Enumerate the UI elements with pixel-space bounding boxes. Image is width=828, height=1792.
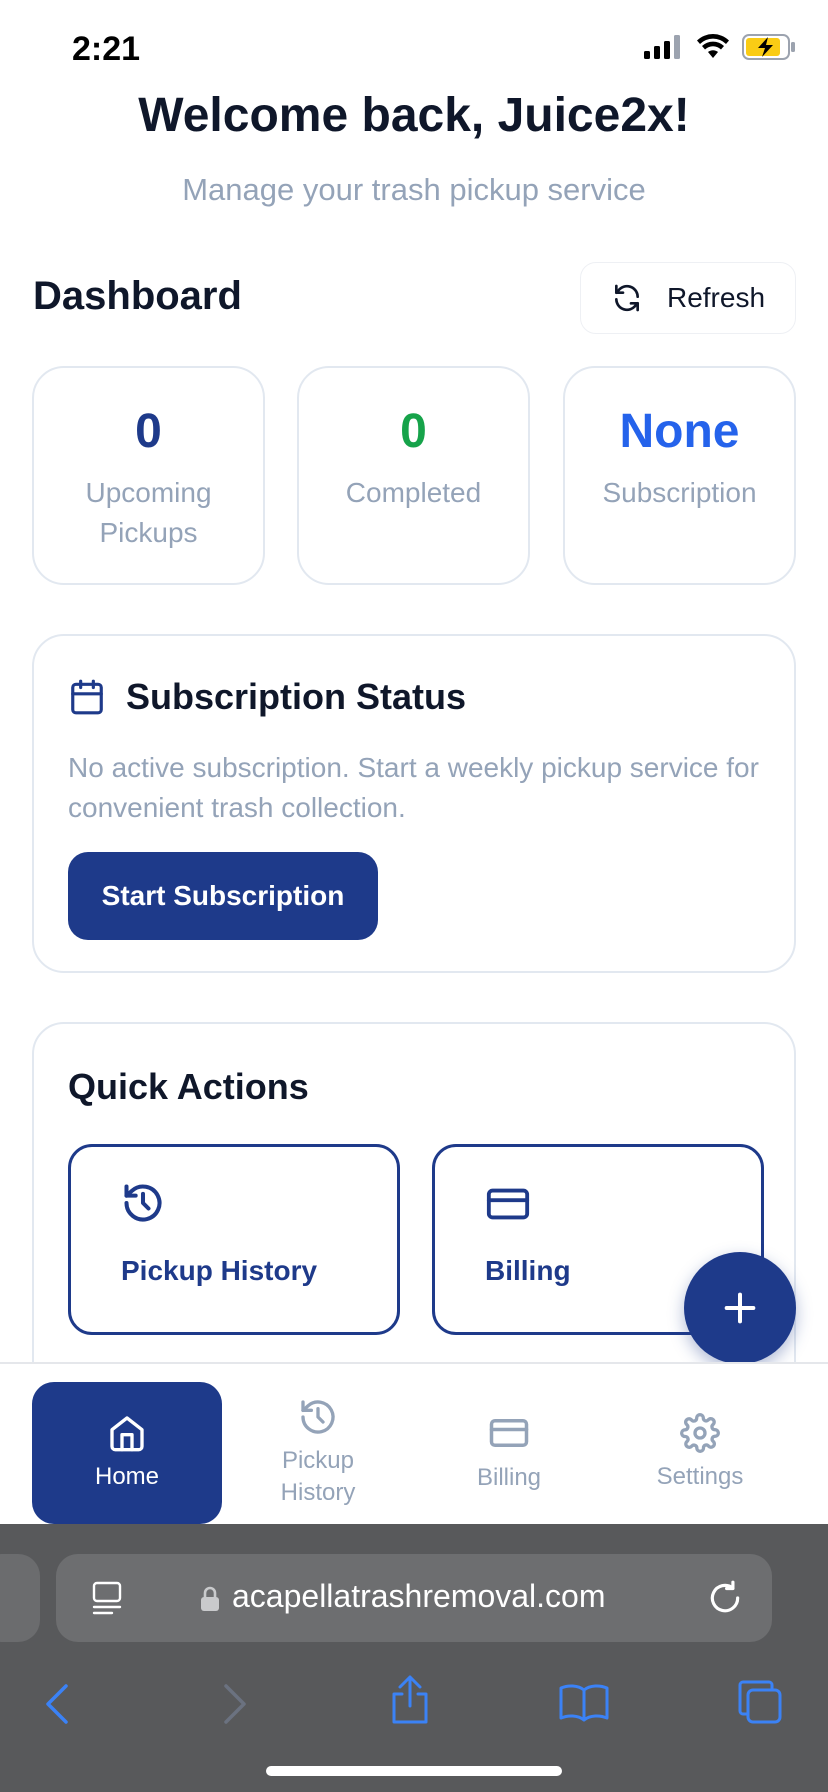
tile-label: Billing bbox=[485, 1255, 571, 1286]
add-fab-button[interactable] bbox=[684, 1252, 796, 1364]
tab-label: Billing bbox=[476, 1464, 542, 1491]
page-menu-icon[interactable] bbox=[90, 1580, 124, 1616]
welcome-subtitle: Manage your trash pickup service bbox=[182, 172, 646, 207]
stat-card-subscription: None Subscription bbox=[563, 366, 796, 585]
stat-value: 0 bbox=[135, 405, 162, 458]
lock-icon bbox=[201, 1586, 219, 1611]
url-text: acapellatrashremoval.com bbox=[232, 1578, 606, 1614]
history-icon bbox=[301, 1400, 335, 1434]
stat-card-completed: 0 Completed bbox=[297, 366, 530, 585]
subscription-description: No active subscription. Start a weekly p… bbox=[68, 752, 759, 823]
forward-icon[interactable] bbox=[220, 1682, 250, 1726]
bottom-tab-bar: Home Pickup History Billing Settings bbox=[0, 1362, 828, 1524]
credit-card-icon bbox=[486, 1188, 530, 1220]
stat-card-upcoming-pickups: 0 Upcoming Pickups bbox=[32, 366, 265, 585]
dashboard-title: Dashboard bbox=[33, 274, 242, 318]
subscription-title: Subscription Status bbox=[126, 676, 467, 717]
stat-value: 0 bbox=[400, 405, 427, 458]
stat-label: Subscription bbox=[602, 477, 757, 508]
subscription-header: Subscription Status bbox=[68, 676, 466, 718]
browser-nav-row bbox=[0, 1654, 828, 1744]
cellular-signal-icon bbox=[644, 35, 680, 59]
tab-label: Pickup History bbox=[280, 1447, 356, 1506]
home-icon bbox=[110, 1416, 144, 1452]
plus-icon bbox=[724, 1292, 756, 1324]
refresh-icon bbox=[614, 284, 639, 312]
tab-label: Settings bbox=[656, 1463, 744, 1490]
tile-label: Pickup History bbox=[121, 1255, 318, 1286]
status-icons bbox=[644, 34, 796, 60]
wifi-icon bbox=[697, 34, 729, 58]
start-subscription-button[interactable]: Start Subscription bbox=[68, 852, 378, 940]
calendar-icon bbox=[71, 679, 103, 715]
stat-label: Completed bbox=[345, 477, 482, 508]
share-icon[interactable] bbox=[388, 1674, 432, 1726]
tabs-icon[interactable] bbox=[736, 1678, 784, 1726]
tab-billing[interactable]: Billing bbox=[414, 1382, 604, 1524]
address-bar[interactable]: acapellatrashremoval.com bbox=[56, 1554, 772, 1642]
previous-tab-preview[interactable] bbox=[0, 1554, 40, 1642]
tab-home[interactable]: Home bbox=[32, 1382, 222, 1524]
status-time: 2:21 bbox=[72, 30, 141, 68]
history-icon bbox=[124, 1184, 162, 1222]
quick-actions-title: Quick Actions bbox=[68, 1066, 309, 1107]
tab-label: Home bbox=[94, 1463, 160, 1490]
battery-charging-icon bbox=[742, 34, 795, 60]
reload-icon[interactable] bbox=[706, 1578, 744, 1618]
gear-icon bbox=[680, 1413, 720, 1453]
refresh-button[interactable]: Refresh bbox=[580, 262, 796, 334]
bookmarks-icon[interactable] bbox=[558, 1682, 610, 1722]
tab-pickup-history[interactable]: Pickup History bbox=[223, 1382, 413, 1524]
credit-card-icon bbox=[489, 1419, 529, 1447]
refresh-label: Refresh bbox=[666, 282, 766, 313]
quick-action-pickup-history[interactable]: Pickup History bbox=[68, 1144, 400, 1335]
status-bar: 2:21 bbox=[0, 0, 828, 100]
tab-settings[interactable]: Settings bbox=[605, 1382, 795, 1524]
stat-label: Upcoming Pickups bbox=[85, 477, 212, 548]
subscription-status-card: Subscription Status No active subscripti… bbox=[32, 634, 796, 973]
browser-toolbar: acapellatrashremoval.com bbox=[0, 1524, 828, 1792]
stat-value: None bbox=[619, 405, 740, 458]
home-indicator[interactable] bbox=[266, 1766, 562, 1776]
back-icon[interactable] bbox=[42, 1682, 72, 1726]
welcome-heading: Welcome back, Juice2x! bbox=[138, 89, 690, 142]
